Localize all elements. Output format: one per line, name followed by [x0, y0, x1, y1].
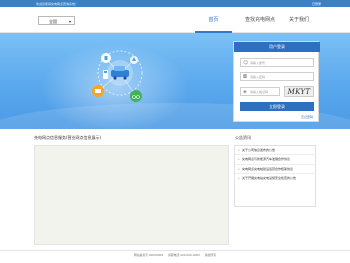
bike-icon — [130, 90, 142, 102]
plug-icon — [101, 53, 111, 63]
bullet-icon: • — [238, 175, 240, 180]
forgot-password-link[interactable]: 忘记密码 — [301, 115, 313, 119]
bullet-icon: • — [238, 166, 240, 171]
password-input[interactable] — [250, 74, 310, 80]
captcha-input[interactable] — [250, 89, 278, 95]
nav-about[interactable]: 关于我们 — [284, 7, 314, 33]
welcome-text: 欢迎您使用充电网点查询系统！ — [36, 1, 79, 6]
notice-area — [34, 145, 229, 245]
news-item-text: 关于公司信息发布的公告 — [242, 148, 276, 152]
shield-icon: ◈ — [243, 89, 247, 95]
news-title: 公告资讯 — [235, 135, 251, 140]
login-button[interactable]: 立即登录 — [240, 102, 314, 111]
footer: 网站备案号:00000000 客服电话:400-000-0000 版权所有 — [0, 253, 350, 257]
login-panel: 用户登录 ☺ ◘ ◈ MKYT 立即登录 忘记密码 — [233, 41, 320, 122]
bullet-icon: • — [238, 157, 240, 162]
nav-home[interactable]: 首页 — [195, 7, 232, 33]
city-select-value: 全国 — [49, 19, 57, 24]
captcha-image[interactable]: MKYT — [284, 86, 314, 97]
username-field: ☺ — [240, 58, 314, 67]
bullet-icon: • — [238, 148, 240, 152]
footer-item: 客服电话:400-000-0000 — [168, 253, 200, 257]
footer-divider — [0, 250, 350, 251]
footer-item: 网站备案号:00000000 — [133, 253, 164, 257]
password-field: ◘ — [240, 72, 314, 81]
header: 全国 ▾ 首页 查找充电网点 关于我们 — [0, 7, 350, 33]
username-input[interactable] — [250, 60, 310, 66]
charging-pile-icon — [103, 70, 108, 79]
news-panel: 公告资讯 • 关于公司信息发布的公告 • 充电网点与新能源汽车发展合作协议 • 充电网… — [234, 135, 316, 245]
login-title: 用户登录 — [234, 42, 320, 52]
notice-title: 充电网点信息服务(营业网点信息展示) — [34, 135, 102, 140]
news-item[interactable]: • 充电网点与新能源汽车发展合作协议 — [235, 155, 315, 165]
map-icon — [130, 56, 138, 64]
news-item[interactable]: • 关于公司信息发布的公告 — [235, 146, 315, 156]
user-icon: ☺ — [243, 60, 249, 66]
city-select[interactable]: 全国 ▾ — [38, 16, 75, 25]
news-item-text: 充电网点充电桩建设运营合作框架协议 — [242, 166, 294, 171]
news-list: • 关于公司信息发布的公告 • 充电网点与新能源汽车发展合作协议 • 充电网点充电桩建… — [234, 145, 316, 207]
footer-item: 版权所有 — [204, 253, 217, 257]
chevron-down-icon: ▾ — [68, 19, 71, 24]
top-bar: 欢迎您使用充电网点查询系统！ 已登录 — [0, 0, 350, 7]
news-item[interactable]: • 关于开展充电站充电设施安全检查的公告 — [235, 174, 315, 182]
news-item-text: 关于开展充电站充电设施安全检查的公告 — [242, 175, 297, 180]
lock-icon: ◘ — [243, 74, 247, 80]
captcha-field: ◈ — [240, 87, 280, 96]
nav-find-stations[interactable]: 查找充电网点 — [236, 7, 284, 33]
main-content: 充电网点信息服务(营业网点信息展示) 公告资讯 • 关于公司信息发布的公告 • 充电… — [34, 135, 316, 245]
news-item-text: 充电网点与新能源汽车发展合作协议 — [242, 157, 291, 162]
top-login-link[interactable]: 已登录 — [312, 2, 321, 6]
wallet-icon — [92, 85, 104, 97]
news-item[interactable]: • 充电网点充电桩建设运营合作框架协议 — [235, 165, 315, 174]
